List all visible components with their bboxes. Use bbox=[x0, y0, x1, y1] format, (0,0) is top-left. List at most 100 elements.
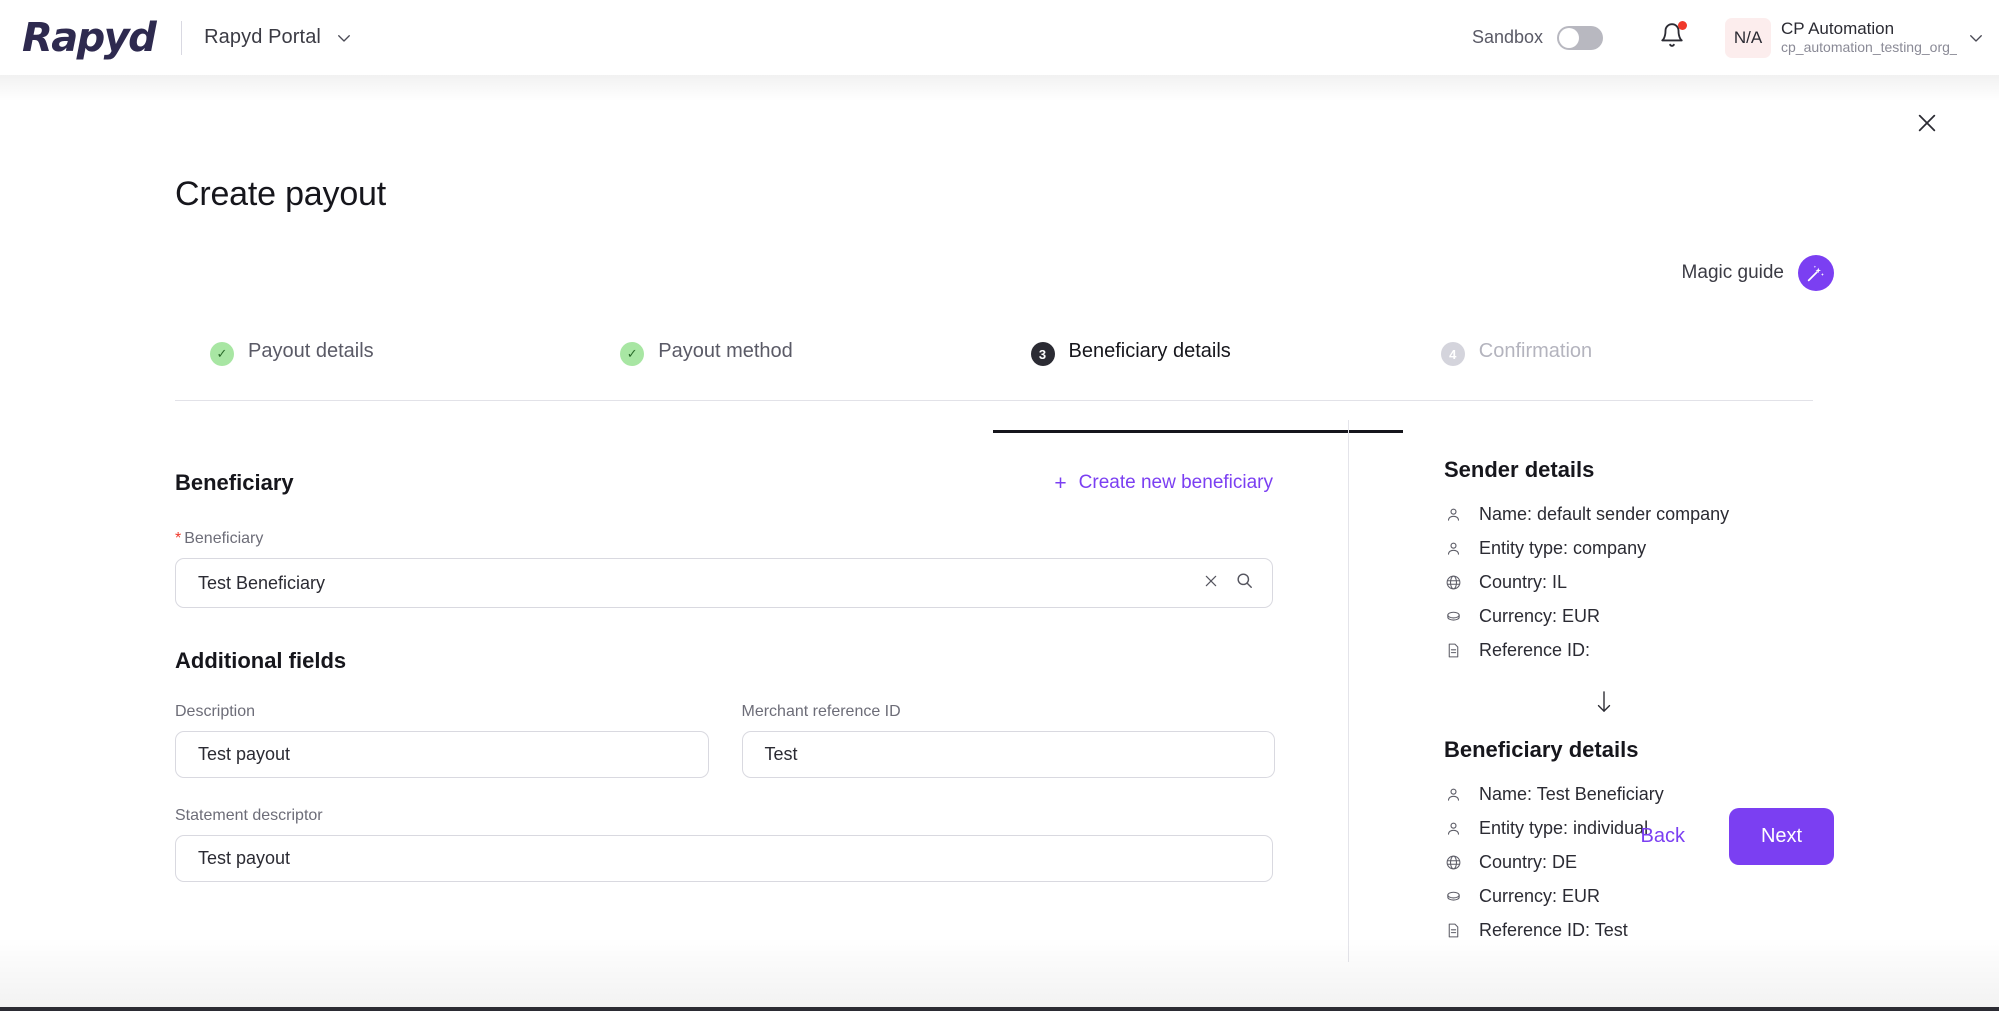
beneficiary-name-text: Name: Test Beneficiary bbox=[1479, 784, 1664, 805]
required-asterisk: * bbox=[175, 530, 181, 547]
sender-country-row: Country: IL bbox=[1444, 565, 1924, 599]
sender-entity-type-text: Entity type: company bbox=[1479, 538, 1646, 559]
wizard-stepper: ✓ Payout details ✓ Payout method 3 Benef… bbox=[175, 340, 1813, 401]
description-value: Test payout bbox=[198, 744, 690, 765]
beneficiary-select[interactable]: Test Beneficiary bbox=[175, 558, 1273, 608]
sender-currency-text: Currency: EUR bbox=[1479, 606, 1600, 627]
bottom-rule bbox=[0, 1007, 1999, 1011]
person-icon bbox=[1444, 820, 1463, 837]
sandbox-toggle[interactable] bbox=[1557, 26, 1603, 50]
merchant-reference-value: Test bbox=[765, 744, 1257, 765]
beneficiary-details-title: Beneficiary details bbox=[1444, 737, 1924, 763]
beneficiary-selected-value: Test Beneficiary bbox=[198, 573, 1203, 594]
sender-reference-id-row: Reference ID: bbox=[1444, 633, 1924, 667]
beneficiary-reference-id-text: Reference ID: Test bbox=[1479, 920, 1628, 941]
merchant-reference-field-group: Merchant reference ID Test bbox=[742, 703, 1276, 778]
next-button[interactable]: Next bbox=[1729, 808, 1834, 865]
person-icon bbox=[1444, 506, 1463, 523]
beneficiary-form: Beneficiary + Create new beneficiary *Be… bbox=[175, 470, 1275, 882]
create-new-beneficiary-button[interactable]: + Create new beneficiary bbox=[1054, 472, 1273, 494]
account-name: CP Automation bbox=[1781, 19, 1957, 39]
column-divider bbox=[1348, 420, 1349, 962]
plus-icon: + bbox=[1054, 473, 1066, 494]
beneficiary-section-header: Beneficiary + Create new beneficiary bbox=[175, 470, 1273, 496]
notifications-button[interactable] bbox=[1659, 22, 1685, 53]
beneficiary-input-adornments bbox=[1203, 571, 1254, 595]
coin-icon bbox=[1444, 608, 1463, 625]
document-icon bbox=[1444, 642, 1463, 659]
header-right-cluster: Sandbox N/A CP Automation cp_automation_… bbox=[1472, 0, 1999, 75]
toggle-knob bbox=[1559, 28, 1579, 48]
person-icon bbox=[1444, 540, 1463, 557]
sandbox-label: Sandbox bbox=[1472, 27, 1543, 48]
beneficiary-field-group: *Beneficiary Test Beneficiary bbox=[175, 530, 1275, 608]
sender-entity-type-row: Entity type: company bbox=[1444, 531, 1924, 565]
account-menu[interactable]: N/A CP Automation cp_automation_testing_… bbox=[1725, 18, 1999, 58]
step-payout-details[interactable]: ✓ Payout details bbox=[175, 340, 582, 400]
statement-descriptor-input[interactable]: Test payout bbox=[175, 835, 1273, 882]
step-badge: 4 bbox=[1441, 342, 1465, 366]
brand-divider bbox=[181, 21, 182, 55]
step-label: Payout details bbox=[248, 340, 374, 363]
description-label: Description bbox=[175, 703, 709, 721]
sender-reference-id-text: Reference ID: bbox=[1479, 640, 1590, 661]
sender-currency-row: Currency: EUR bbox=[1444, 599, 1924, 633]
chevron-down-icon bbox=[1967, 29, 1985, 47]
description-field-group: Description Test payout bbox=[175, 703, 709, 778]
globe-icon bbox=[1444, 574, 1463, 591]
magic-guide-button[interactable]: Magic guide bbox=[1682, 255, 1834, 291]
avatar: N/A bbox=[1725, 18, 1771, 58]
step-beneficiary-details[interactable]: 3 Beneficiary details bbox=[993, 340, 1403, 400]
step-payout-method[interactable]: ✓ Payout method bbox=[582, 340, 992, 400]
step-badge: ✓ bbox=[620, 342, 644, 366]
description-input[interactable]: Test payout bbox=[175, 731, 709, 778]
portal-name-label: Rapyd Portal bbox=[204, 26, 321, 49]
beneficiary-field-label: *Beneficiary bbox=[175, 530, 1275, 548]
merchant-reference-input[interactable]: Test bbox=[742, 731, 1276, 778]
document-icon bbox=[1444, 922, 1463, 939]
sender-name-row: Name: default sender company bbox=[1444, 497, 1924, 531]
close-icon[interactable] bbox=[1910, 106, 1944, 140]
chevron-down-icon bbox=[335, 29, 353, 47]
close-icon[interactable] bbox=[1203, 573, 1219, 594]
step-label: Payout method bbox=[658, 340, 793, 363]
page-title: Create payout bbox=[175, 175, 386, 214]
beneficiary-label-text: Beneficiary bbox=[184, 530, 263, 547]
portal-switcher[interactable]: Rapyd Portal bbox=[204, 26, 353, 49]
beneficiary-reference-id-row: Reference ID: Test bbox=[1444, 913, 1924, 947]
app-header: Rapyd Rapyd Portal Sandbox N/A CP Automa… bbox=[0, 0, 1999, 75]
arrow-down-icon bbox=[1444, 667, 1924, 737]
payout-summary-panel: Sender details Name: default sender comp… bbox=[1444, 457, 1924, 947]
step-label: Confirmation bbox=[1479, 340, 1592, 363]
section-title: Beneficiary bbox=[175, 470, 294, 496]
beneficiary-entity-type-text: Entity type: individual bbox=[1479, 818, 1648, 839]
step-badge: ✓ bbox=[210, 342, 234, 366]
modal-footer-actions: Back Next bbox=[1637, 808, 1834, 865]
sender-country-text: Country: IL bbox=[1479, 572, 1567, 593]
back-button[interactable]: Back bbox=[1637, 819, 1689, 854]
sender-name-text: Name: default sender company bbox=[1479, 504, 1729, 525]
statement-descriptor-field-group: Statement descriptor Test payout bbox=[175, 807, 1275, 882]
account-org-id: cp_automation_testing_org_ bbox=[1781, 39, 1957, 56]
magic-wand-icon bbox=[1798, 255, 1834, 291]
rapyd-logo[interactable]: Rapyd bbox=[22, 18, 163, 58]
search-icon[interactable] bbox=[1235, 571, 1254, 595]
globe-icon bbox=[1444, 854, 1463, 871]
step-confirmation: 4 Confirmation bbox=[1403, 340, 1813, 400]
sender-details-title: Sender details bbox=[1444, 457, 1924, 483]
beneficiary-country-text: Country: DE bbox=[1479, 852, 1577, 873]
beneficiary-currency-row: Currency: EUR bbox=[1444, 879, 1924, 913]
merchant-reference-label: Merchant reference ID bbox=[742, 703, 1276, 721]
bottom-fade bbox=[0, 937, 1999, 1007]
brand-zone: Rapyd Rapyd Portal bbox=[22, 18, 353, 58]
magic-guide-label: Magic guide bbox=[1682, 262, 1784, 284]
beneficiary-name-row: Name: Test Beneficiary bbox=[1444, 777, 1924, 811]
person-icon bbox=[1444, 786, 1463, 803]
beneficiary-currency-text: Currency: EUR bbox=[1479, 886, 1600, 907]
additional-fields-title: Additional fields bbox=[175, 648, 1275, 674]
additional-fields-row: Description Test payout Merchant referen… bbox=[175, 703, 1275, 778]
statement-descriptor-value: Test payout bbox=[198, 848, 1254, 869]
create-new-beneficiary-label: Create new beneficiary bbox=[1079, 472, 1273, 494]
coin-icon bbox=[1444, 888, 1463, 905]
notification-dot bbox=[1678, 21, 1687, 30]
